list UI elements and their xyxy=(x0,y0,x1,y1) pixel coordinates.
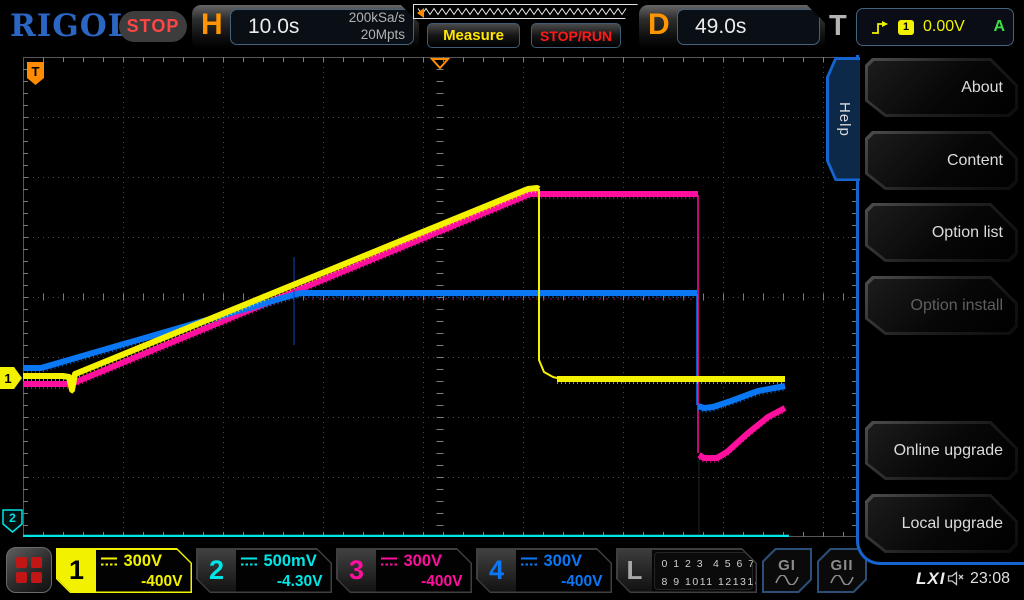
gen1-button[interactable]: GI xyxy=(762,548,812,593)
logic-channels-button[interactable]: L 0 1 2 3 4 5 6 78 9 1011 12131415 xyxy=(616,548,757,593)
trigger-sweep-mode: A xyxy=(993,18,1005,35)
ch1-position-marker[interactable]: 1 xyxy=(0,366,23,390)
channel-3-number: 3 xyxy=(338,550,376,592)
timebase-value: 10.0s xyxy=(248,15,300,38)
horizontal-settings-button[interactable]: H 10.0s 200kSa/s 20Mpts xyxy=(192,5,419,49)
channel-2-number: 2 xyxy=(198,550,236,592)
sine-wave-icon xyxy=(775,575,799,585)
run-state-badge: STOP xyxy=(119,11,187,42)
oscilloscope-screen: RIGOL STOP H 10.0s 200kSa/s 20Mpts Measu… xyxy=(0,0,1024,600)
dc-coupling-icon xyxy=(520,556,538,567)
channel-1-offset: -400V xyxy=(141,572,183,590)
trigger-corner-badge-label: T xyxy=(32,64,40,79)
main-menu-button[interactable] xyxy=(6,547,52,593)
delay-label: D xyxy=(648,8,670,41)
clock: 23:08 xyxy=(970,570,1011,587)
stop-run-button[interactable]: STOP/RUN xyxy=(531,23,621,48)
app-grid-icon xyxy=(16,557,42,583)
ch3-trace-recovery xyxy=(697,405,787,461)
dc-coupling-icon xyxy=(380,556,398,567)
menu-item-option-install[interactable]: Option install xyxy=(865,276,1018,335)
waveform-display[interactable]: T xyxy=(23,57,857,537)
rising-slope-trigger-icon xyxy=(872,20,888,34)
trigger-level-value: 0.00V xyxy=(923,18,965,35)
channel-4-offset: -400V xyxy=(561,572,603,590)
channel-3-button[interactable]: 3 300V -400V xyxy=(336,548,472,593)
logic-digits: 0 1 2 3 4 5 6 78 9 1011 12131415 xyxy=(654,552,753,590)
ch4-trace-recovery xyxy=(697,383,786,411)
help-tab[interactable]: Help xyxy=(826,57,860,181)
delay-value: 49.0s xyxy=(695,15,747,38)
channel-1-scale: 300V xyxy=(123,552,163,570)
ch2-position-marker[interactable]: 2 xyxy=(1,509,24,534)
speaker-muted-icon[interactable] xyxy=(947,571,965,586)
sine-wave-icon xyxy=(830,575,854,585)
channel-2-button[interactable]: 2 500mV -4.30V xyxy=(196,548,332,593)
trigger-section-label: T xyxy=(829,10,847,42)
dc-coupling-icon xyxy=(240,556,258,567)
record-position-marker-icon xyxy=(417,7,425,19)
record-waveform-icon xyxy=(414,5,632,18)
sample-rate: 200kSa/s xyxy=(348,10,405,26)
dc-coupling-icon xyxy=(100,556,118,567)
top-status-bar: RIGOL STOP H 10.0s 200kSa/s 20Mpts Measu… xyxy=(0,0,1024,55)
svg-text:2: 2 xyxy=(9,511,16,525)
channel-1-button[interactable]: 1 300V -400V xyxy=(56,548,192,593)
trigger-source-badge: 1 xyxy=(898,19,914,35)
channel-3-scale: 300V xyxy=(403,552,443,570)
channel-4-number: 4 xyxy=(478,550,516,592)
menu-item-local-upgrade[interactable]: Local upgrade xyxy=(865,494,1018,553)
rigol-logo: RIGOL xyxy=(10,8,131,44)
delay-readout: 49.0s xyxy=(677,9,820,45)
ch1-trace-main xyxy=(23,185,541,393)
menu-item-option-list[interactable]: Option list xyxy=(865,203,1018,262)
menu-item-content[interactable]: Content xyxy=(865,131,1018,190)
channel-4-button[interactable]: 4 300V -400V xyxy=(476,548,612,593)
menu-item-online-upgrade[interactable]: Online upgrade xyxy=(865,421,1018,480)
channel-2-offset: -4.30V xyxy=(276,572,323,590)
horizontal-readout: 10.0s 200kSa/s 20Mpts xyxy=(230,9,414,45)
memory-depth: 20Mpts xyxy=(360,27,405,42)
ch1-trace-drop xyxy=(538,189,562,380)
delay-settings-button[interactable]: D 49.0s xyxy=(639,5,825,49)
channel-3-offset: -400V xyxy=(421,572,463,590)
help-menu-panel: About Content Option list Option install… xyxy=(856,52,1024,565)
measure-button[interactable]: Measure xyxy=(427,23,520,48)
help-tab-label: Help xyxy=(835,101,853,137)
menu-item-about[interactable]: About xyxy=(865,58,1018,117)
logic-label: L xyxy=(618,550,652,592)
waveform-position-bar[interactable] xyxy=(413,4,638,19)
lxi-status: LXI xyxy=(916,569,946,588)
channel-2-scale: 500mV xyxy=(263,552,317,570)
channel-1-number: 1 xyxy=(58,550,96,592)
trigger-position-icon xyxy=(429,58,451,70)
horizontal-label: H xyxy=(201,8,223,41)
trigger-settings-button[interactable]: 1 0.00V A xyxy=(856,8,1014,46)
svg-text:1: 1 xyxy=(4,371,11,386)
channel-4-scale: 300V xyxy=(543,552,583,570)
